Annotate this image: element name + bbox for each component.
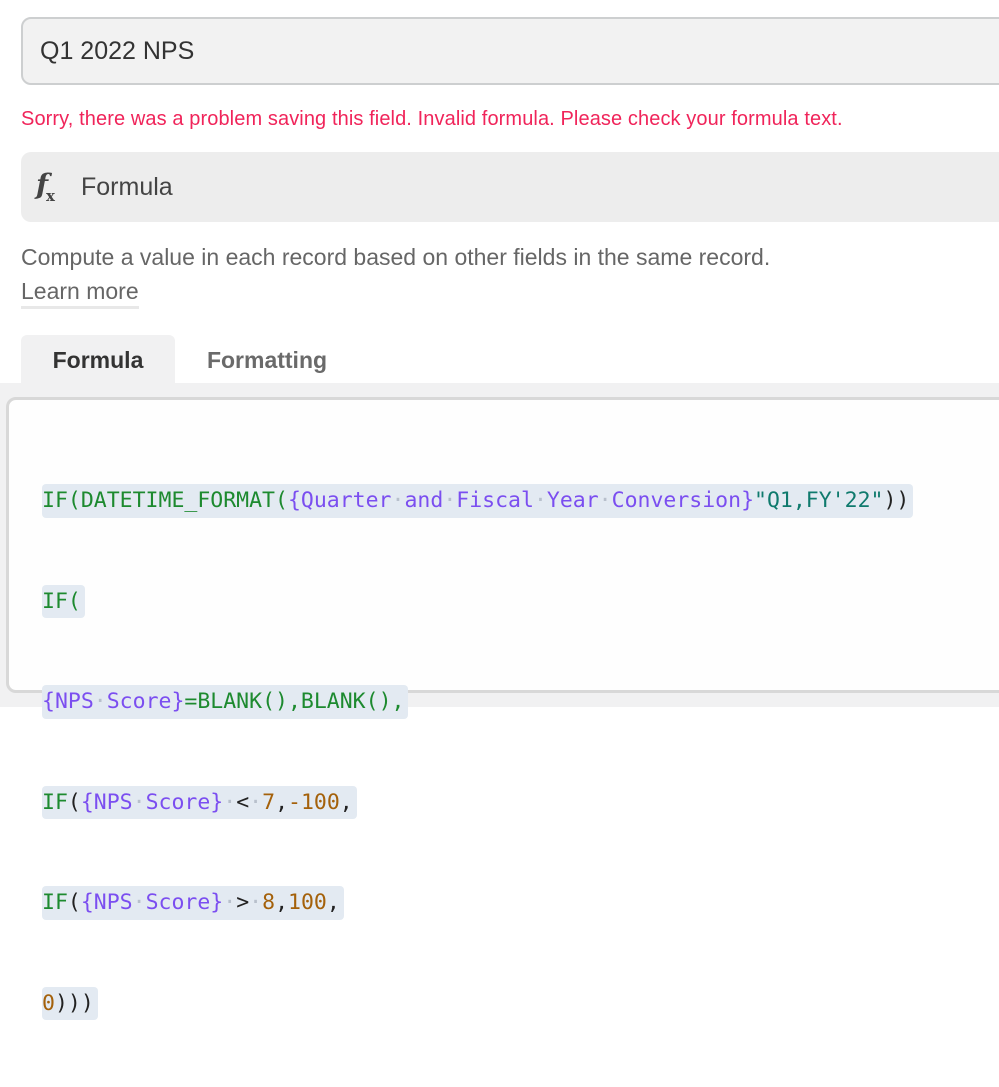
code-token-field: {NPS·Score} bbox=[80, 890, 224, 915]
formula-line: IF(DATETIME_FORMAT({Quarter·and·Fiscal·Y… bbox=[42, 484, 914, 518]
code-token-number: 0 bbox=[42, 990, 55, 1016]
field-type-label: Formula bbox=[81, 172, 173, 201]
code-token-function: IF bbox=[42, 890, 68, 915]
code-token-comma: , bbox=[275, 789, 289, 815]
code-token-operator: ·<· bbox=[223, 789, 263, 815]
code-token-field: {NPS·Score} bbox=[42, 689, 185, 714]
code-token-number: 7 bbox=[262, 789, 276, 815]
formula-line: {NPS·Score}=BLANK(),BLANK(), bbox=[42, 685, 913, 719]
code-token-string: "Q1,FY'22" bbox=[754, 488, 884, 513]
code-token-operator: ·>· bbox=[223, 890, 263, 915]
code-token-function: IF bbox=[42, 789, 68, 815]
code-token-number: 8 bbox=[262, 890, 276, 915]
code-token-comma: , bbox=[275, 890, 289, 915]
code-token-comma: , bbox=[326, 890, 340, 915]
code-token-paren: )) bbox=[883, 488, 910, 513]
code-token-function: =BLANK(),BLANK(), bbox=[184, 689, 405, 714]
field-name-input-wrapper[interactable] bbox=[21, 17, 999, 85]
code-token-field: {Quarter·and·Fiscal·Year·Conversion} bbox=[287, 488, 755, 513]
learn-more-link[interactable]: Learn more bbox=[21, 276, 139, 309]
field-type-selector[interactable]: fx Formula bbox=[21, 152, 999, 222]
code-token-number: 100 bbox=[288, 890, 327, 915]
field-name-input[interactable] bbox=[40, 36, 999, 66]
code-token-paren: ( bbox=[67, 890, 81, 915]
formula-line: 0))) bbox=[42, 986, 913, 1020]
function-fx-icon: fx bbox=[36, 167, 55, 206]
formula-line: IF({NPS·Score}·<·7,-100, bbox=[42, 785, 913, 819]
code-token-number: -100 bbox=[288, 789, 340, 815]
formula-code[interactable]: IF(DATETIME_FORMAT({Quarter·and·Fiscal·Y… bbox=[42, 417, 914, 1087]
error-message: Sorry, there was a problem saving this f… bbox=[21, 108, 843, 130]
code-token-paren: ( bbox=[67, 789, 81, 815]
code-token-field: {NPS·Score} bbox=[80, 789, 224, 815]
code-token-paren: ))) bbox=[54, 990, 94, 1016]
code-token-function: IF( bbox=[42, 588, 81, 614]
field-type-description: Compute a value in each record based on … bbox=[21, 240, 981, 309]
formula-line: IF( bbox=[42, 584, 913, 618]
code-token-comma: , bbox=[339, 789, 353, 815]
formula-editor[interactable]: IF(DATETIME_FORMAT({Quarter·and·Fiscal·Y… bbox=[6, 397, 999, 1020]
tab-formula[interactable]: Formula bbox=[21, 335, 175, 385]
description-text: Compute a value in each record based on … bbox=[21, 244, 771, 270]
code-token-function: IF(DATETIME_FORMAT( bbox=[42, 488, 288, 513]
formula-line: IF({NPS·Score}·>·8,100, bbox=[42, 886, 913, 920]
tab-formatting[interactable]: Formatting bbox=[182, 335, 352, 385]
